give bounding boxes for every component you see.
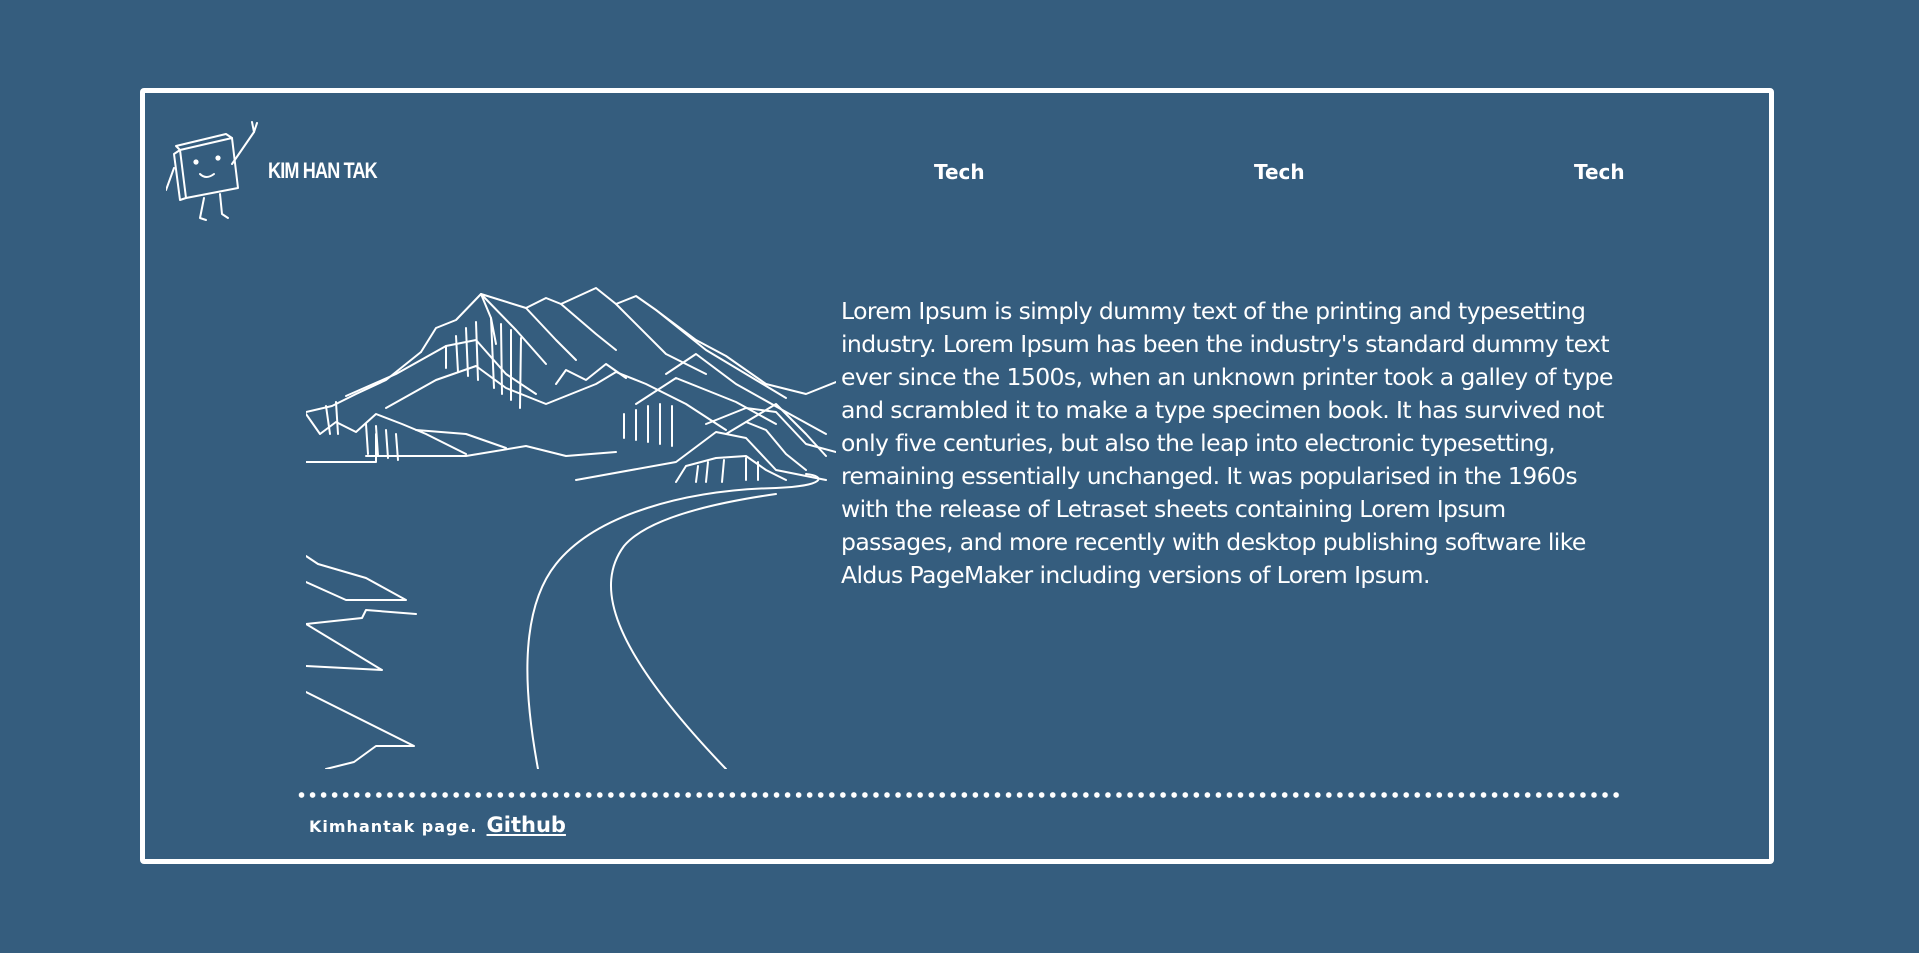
github-link[interactable]: Github — [487, 813, 566, 837]
dotted-divider — [296, 791, 1622, 799]
brand-name: KIM HAN TAK — [268, 158, 378, 183]
nav-item-tech-1[interactable]: Tech — [934, 160, 985, 184]
hero-description: Lorem Ipsum is simply dummy text of the … — [841, 297, 1613, 589]
book-mascot-waving-icon — [166, 121, 258, 221]
hero-illustration — [305, 284, 837, 770]
mountain-landscape-icon — [305, 287, 837, 770]
footer-text: Kimhantak page. — [309, 817, 478, 836]
brand-logo[interactable]: KIM HAN TAK — [166, 118, 386, 228]
footer: Kimhantak page. Github — [309, 813, 566, 837]
nav-item-tech-3[interactable]: Tech — [1574, 160, 1625, 184]
nav-item-tech-2[interactable]: Tech — [1254, 160, 1305, 184]
